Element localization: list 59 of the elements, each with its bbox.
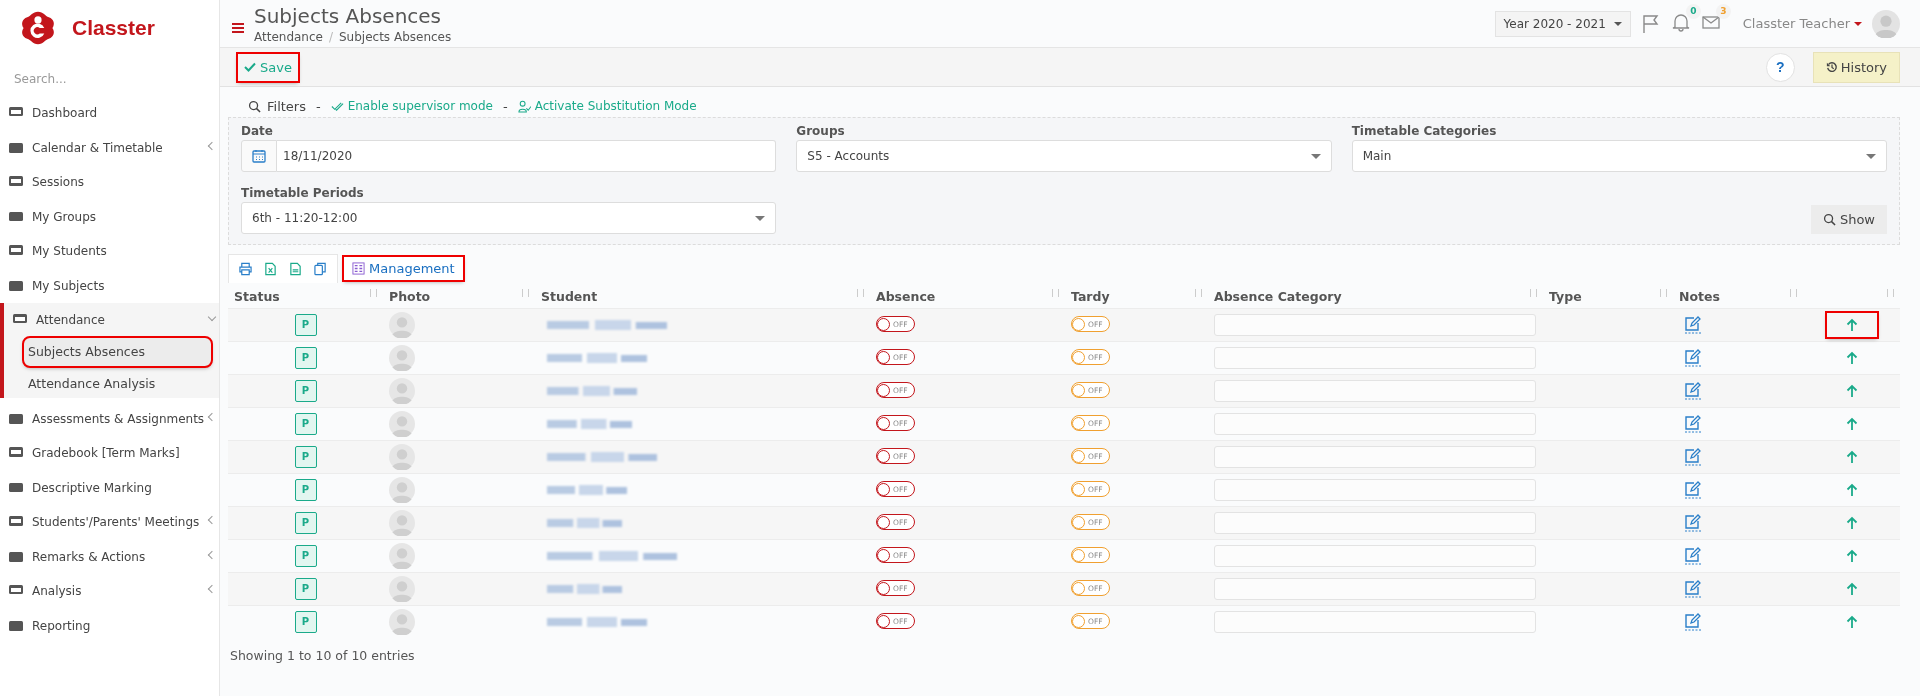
- sidebar-item[interactable]: Assessments & Assignments: [0, 401, 219, 436]
- sidebar-item[interactable]: Gradebook [Term Marks]: [0, 436, 219, 471]
- sidebar-item[interactable]: Attendance: [4, 303, 219, 338]
- column-header[interactable]: Student: [535, 283, 870, 309]
- select-field[interactable]: S5 - Accounts: [796, 140, 1332, 172]
- column-header[interactable]: Type: [1543, 283, 1673, 309]
- separator-dash: -: [315, 98, 321, 114]
- status-badge: P: [294, 545, 317, 567]
- column-header[interactable]: Photo: [383, 283, 535, 309]
- sidebar-item[interactable]: Calendar & Timetable: [0, 130, 219, 165]
- entries-info: Showing 1 to 10 of 10 entries: [230, 648, 416, 663]
- filters-label: Filters: [267, 98, 306, 114]
- status-badge: P: [294, 479, 317, 501]
- sidebar-item[interactable]: Reporting: [0, 608, 219, 643]
- status-badge: P: [294, 578, 317, 600]
- sidebar-subitem[interactable]: Attendance Analysis: [24, 369, 156, 398]
- sidebar-item[interactable]: Dashboard: [0, 96, 219, 131]
- column-header[interactable]: Absence Category: [1208, 283, 1543, 309]
- status-badge: P: [294, 512, 317, 534]
- status-badge: P: [294, 611, 317, 633]
- breadcrumb-separator: /: [328, 29, 333, 44]
- user-name[interactable]: Classter Teacher: [1742, 16, 1850, 31]
- status-badge: P: [294, 314, 317, 336]
- sidebar-item[interactable]: Analysis: [0, 574, 219, 609]
- breadcrumb-link[interactable]: Attendance: [254, 29, 323, 44]
- field-label: Date: [241, 124, 274, 138]
- column-header[interactable]: Tardy: [1065, 283, 1208, 309]
- select-field[interactable]: 6th - 11:20-12:00: [241, 202, 777, 234]
- status-badge: P: [294, 380, 317, 402]
- sidebar-item[interactable]: My Subjects: [0, 268, 219, 303]
- field-label: Groups: [796, 124, 846, 138]
- sidebar-item[interactable]: My Students: [0, 234, 219, 269]
- message-count: 3: [1715, 4, 1731, 19]
- sidebar-item[interactable]: Sessions: [0, 165, 219, 200]
- status-badge: P: [294, 413, 317, 435]
- brand-name: Classter: [72, 16, 155, 40]
- notification-count: 0: [1685, 4, 1701, 19]
- column-header[interactable]: Status: [228, 283, 383, 309]
- field-label: Timetable Categories: [1351, 124, 1498, 138]
- field-label: Timetable Periods: [241, 186, 365, 200]
- date-field[interactable]: 18/11/2020: [277, 140, 777, 172]
- status-badge: P: [294, 446, 317, 468]
- select-field[interactable]: Main: [1351, 140, 1887, 172]
- sidebar-subitem[interactable]: Subjects Absences: [24, 337, 211, 366]
- history-button[interactable]: History: [1812, 51, 1900, 83]
- sidebar-item[interactable]: My Groups: [0, 199, 219, 234]
- management-button[interactable]: Management: [344, 256, 463, 280]
- sidebar-item[interactable]: Students'/Parents' Meetings: [0, 505, 219, 540]
- breadcrumb-current: Subjects Absences: [339, 29, 452, 44]
- page-title: Subjects Absences: [254, 3, 443, 28]
- sidebar-item[interactable]: Remarks & Actions: [0, 539, 219, 574]
- column-header[interactable]: Notes: [1673, 283, 1803, 309]
- show-button[interactable]: Show: [1810, 205, 1887, 234]
- separator-dash: -: [502, 98, 508, 114]
- status-badge: P: [294, 347, 317, 369]
- help-button[interactable]: ?: [1765, 52, 1795, 82]
- column-header[interactable]: Absence: [870, 283, 1065, 309]
- year-select[interactable]: Year 2020 - 2021: [1494, 10, 1631, 37]
- sidebar-item[interactable]: Descriptive Marking: [0, 470, 219, 505]
